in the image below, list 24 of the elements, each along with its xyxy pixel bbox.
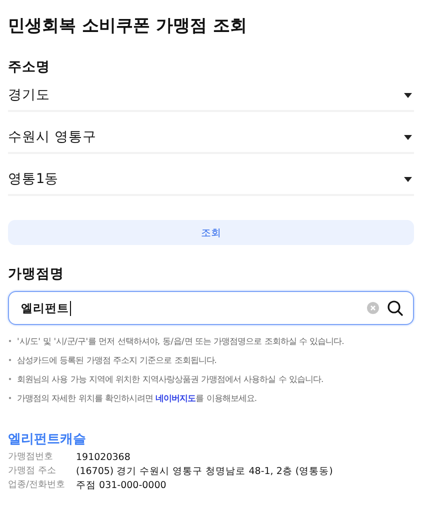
search-button[interactable]: 조회 [8, 220, 414, 245]
field-label: 가맹점 주소 [8, 466, 57, 477]
caret-icon [404, 176, 412, 182]
page-title: 민생회복 소비쿠폰 가맹점 조회 [8, 15, 248, 38]
field-value: (16705) 경기 수원시 영통구 청명남로 48-1, 2층 (영통동) [76, 466, 333, 477]
dropdown[interactable]: 영통1동 [8, 170, 414, 196]
caret-icon [404, 92, 412, 98]
section-label: 가맹점명 [8, 265, 64, 283]
field-value: 191020368 [76, 452, 130, 463]
note-text: 가맹점의 자세한 위치를 확인하시려면 네이버지도를 이용해보세요. [8, 392, 414, 404]
dropdown[interactable]: 수원시 영통구 [8, 128, 414, 154]
note-text: 회원님의 사용 가능 지역에 위치한 지역사랑상품권 가맹점에서 사용하실 수 있습니다. [8, 373, 414, 385]
note-text: '시/도' 및 '시/군/구'를 먼저 선택하셔야, 동/읍/면 또는 가맹점명으로 조회하실 수 있습니다. [8, 335, 414, 347]
search-icon[interactable] [387, 300, 403, 316]
note-text: 삼성카드에 등록된 가맹점 주소지 기준으로 조회됩니다. [8, 354, 414, 366]
store-name[interactable]: 엘리펀트캐슬 [8, 430, 86, 448]
field-label: 업종/전화번호 [8, 480, 66, 491]
dropdown[interactable]: 경기도 [8, 86, 414, 112]
field-value: 주점 031-000-0000 [76, 480, 166, 491]
section-label: 주소명 [8, 58, 50, 76]
search-field[interactable]: 엘리펀트 [8, 291, 414, 325]
caret-icon [404, 134, 412, 140]
map-link[interactable]: 네이버지도 [156, 393, 196, 403]
field-label: 가맹점번호 [8, 452, 54, 463]
